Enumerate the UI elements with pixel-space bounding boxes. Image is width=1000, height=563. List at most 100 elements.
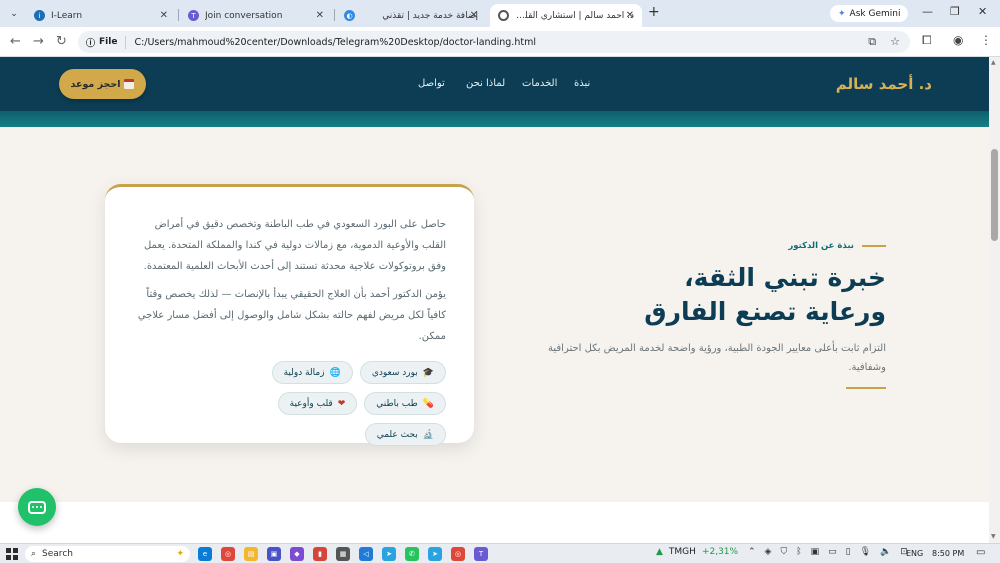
eyebrow-gold-line [862, 245, 886, 247]
book-appointment-button[interactable]: احجز موعد [59, 69, 146, 99]
stock-ticker[interactable]: ▲ TMGH +2,31% [656, 547, 738, 557]
page-scrollbar[interactable]: ▲ ▼ [989, 57, 1000, 543]
microscope-icon: 🔬 [422, 429, 434, 440]
telegram-second-icon[interactable]: ➤ [428, 547, 442, 561]
teams-icon[interactable]: T [474, 547, 488, 561]
tab-doctor-landing[interactable]: د. أحمد سالم | استشاري القلب والأ ✕ [490, 4, 642, 27]
taskbar-pinned-apps: e ◎ ▤ ▣ ◆ ▮ ▦ ◁ ➤ ✆ ➤ ◎ T [198, 547, 488, 561]
tab-join-conversation[interactable]: T Join conversation ✕ [180, 4, 332, 27]
new-tab-plus-icon[interactable]: + [648, 4, 660, 20]
header-accent-stripe [0, 111, 989, 127]
info-icon: ⓘ [86, 38, 96, 49]
heart-icon: ❤ [337, 398, 346, 409]
microphone-icon[interactable]: 🎙 [860, 547, 871, 557]
tag-international-fellowship: 🌐 زمالة دولية [271, 361, 353, 384]
nav-why-us[interactable]: لماذا نحن [466, 78, 522, 89]
browser-menu-icon[interactable]: ⋮ [980, 33, 992, 47]
vscode-icon[interactable]: ◁ [359, 547, 373, 561]
tray-chevron-up-icon[interactable]: ⌃ [748, 547, 756, 557]
tag-saudi-board: 🎓 بورد سعودي [359, 361, 446, 384]
chrome-app-icon[interactable]: ◎ [221, 547, 235, 561]
bluetooth-icon[interactable]: ᛒ [796, 547, 801, 557]
chrome-active-icon[interactable]: ◎ [451, 547, 465, 561]
search-icon: ⌕ [31, 549, 37, 559]
back-arrow-icon[interactable]: ← [10, 34, 21, 49]
tab-add-service[interactable]: ◐ إضافة خدمة جديد | تقذني ✕ [336, 4, 486, 27]
scrollbar-thumb[interactable] [991, 149, 998, 241]
tab-ilearn[interactable]: i I-Learn ✕ [26, 4, 176, 27]
close-tab-icon[interactable]: ✕ [160, 10, 168, 21]
gemini-sparkle-icon: ✦ [838, 8, 846, 19]
notifications-icon[interactable]: ▭ [976, 547, 985, 558]
tray-app2-icon[interactable]: ▣ [811, 547, 820, 557]
site-header: د. أحمد سالم تواصل لماذا نحن الخدمات نبذ… [0, 57, 989, 111]
close-tab-icon[interactable]: ✕ [316, 10, 324, 21]
site-brand[interactable]: د. أحمد سالم [836, 75, 932, 93]
close-tab-icon[interactable]: ✕ [470, 10, 478, 21]
whatsapp-icon[interactable]: ✆ [405, 547, 419, 561]
tray-app-icon[interactable]: ◈ [765, 547, 772, 557]
windows-taskbar: ⌕ Search ✦ e ◎ ▤ ▣ ◆ ▮ ▦ ◁ ➤ ✆ ➤ ◎ T ▲ T… [0, 543, 1000, 563]
profile-avatar-icon[interactable]: ◉ [953, 33, 963, 47]
scroll-up-arrow-icon[interactable]: ▲ [991, 59, 996, 66]
chat-widget-button[interactable] [18, 488, 56, 526]
file-explorer-icon[interactable]: ▤ [244, 547, 258, 561]
next-section [0, 502, 989, 543]
battery-icon[interactable]: ▯ [846, 547, 851, 557]
browser-tab-strip: ⌄ i I-Learn ✕ T Join conversation ✕ ◐ إض… [0, 0, 1000, 27]
telegram-icon[interactable]: ➤ [382, 547, 396, 561]
about-lead-text: التزام ثابت بأعلى معايير الجودة الطبية، … [548, 343, 886, 373]
globe-favicon-icon [498, 10, 509, 21]
bookmark-star-icon[interactable]: ☆ [890, 35, 900, 49]
tag-cardiology: ❤ قلب وأوعية [277, 392, 358, 415]
page-viewport: د. أحمد سالم تواصل لماذا نحن الخدمات نبذ… [0, 57, 989, 543]
about-heading: خبرة تبني الثقة، ورعاية تصنع الفارق [644, 263, 886, 326]
about-eyebrow: نبذة عن الدكتور [788, 241, 886, 251]
nav-about[interactable]: نبذة [574, 78, 604, 89]
security-shield-icon[interactable]: ⛉ [780, 547, 787, 557]
graduation-cap-icon: 🎓 [422, 367, 434, 378]
about-section: نبذة عن الدكتور خبرة تبني الثقة، ورعاية … [0, 127, 989, 502]
minimize-icon[interactable]: — [922, 5, 933, 18]
search-highlight-sparkle-icon: ✦ [176, 549, 184, 559]
close-window-icon[interactable]: ✕ [978, 5, 987, 18]
reload-icon[interactable]: ↻ [56, 34, 67, 49]
teams-favicon-icon: T [188, 10, 199, 21]
volume-icon[interactable]: 🔈 [880, 547, 891, 557]
edge-app-icon[interactable]: e [198, 547, 212, 561]
nav-contact[interactable]: تواصل [418, 78, 466, 89]
calendar-icon [124, 79, 135, 89]
tool-app-icon[interactable]: ▦ [336, 547, 350, 561]
ask-gemini-button[interactable]: ✦ Ask Gemini [830, 5, 909, 22]
tab-search-chevron-icon[interactable]: ⌄ [6, 6, 22, 22]
restore-icon[interactable]: ❐ [950, 5, 960, 18]
translate-icon[interactable]: ⧉ [868, 35, 876, 49]
globe-icon: 🌐 [329, 367, 341, 378]
app-icon[interactable]: ▣ [267, 547, 281, 561]
forward-arrow-icon[interactable]: → [33, 34, 44, 49]
browser-toolbar: ← → ↻ ⓘ File C:/Users/mahmoud%20center/D… [0, 27, 1000, 57]
taskbar-search[interactable]: ⌕ Search ✦ [25, 546, 190, 562]
display-icon[interactable]: ▭ [828, 547, 837, 557]
pill-icon: 💊 [422, 398, 434, 409]
chat-bubble-icon [28, 500, 46, 514]
system-tray: ⌃ ◈ ⛉ ᛒ ▣ ▭ ▯ 🎙 🔈 ⊡ [748, 547, 908, 557]
credential-tags: 🎓 بورد سعودي 🌐 زمالة دولية 💊 طب باطني ❤ … [196, 361, 446, 446]
card-paragraph-credentials: حاصل على البورد السعودي في طب الباطنة وت… [143, 219, 446, 272]
close-tab-icon[interactable]: ✕ [626, 10, 634, 21]
visual-studio-icon[interactable]: ◆ [290, 547, 304, 561]
site-info-chip[interactable]: ⓘ File [86, 35, 127, 49]
windows-start-icon[interactable] [6, 548, 18, 560]
chart-app-icon[interactable]: ▮ [313, 547, 327, 561]
card-paragraph-philosophy: يؤمن الدكتور أحمد بأن العلاج الحقيقي يبد… [137, 289, 446, 342]
lead-divider [846, 387, 886, 389]
tag-internal-medicine: 💊 طب باطني [364, 392, 446, 415]
taskbar-clock[interactable]: 8:50 PM [932, 549, 964, 558]
ilearn-favicon-icon: i [34, 10, 45, 21]
extensions-puzzle-icon[interactable]: ⧠ [922, 33, 932, 48]
url-text[interactable]: C:/Users/mahmoud%20center/Downloads/Tele… [134, 37, 536, 48]
address-bar[interactable]: ⓘ File C:/Users/mahmoud%20center/Downloa… [78, 31, 910, 53]
input-language[interactable]: ENG [906, 549, 923, 558]
nav-services[interactable]: الخدمات [522, 78, 574, 89]
scroll-down-arrow-icon[interactable]: ▼ [991, 533, 996, 540]
